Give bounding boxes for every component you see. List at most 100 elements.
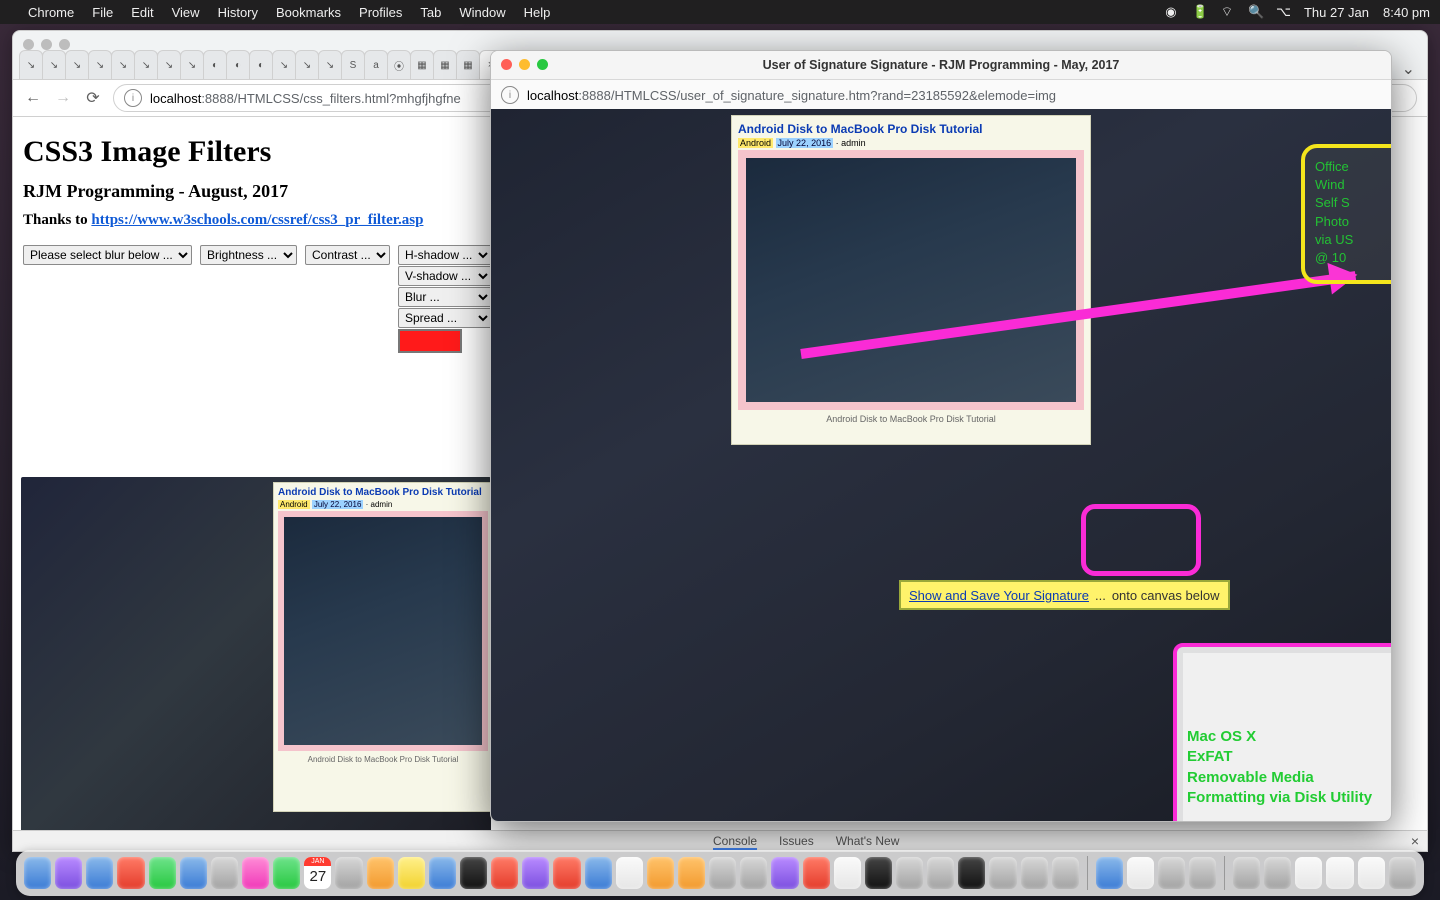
tab-overflow-icon[interactable]: ⌄ <box>1402 59 1421 79</box>
browser-tab[interactable]: ◐ <box>203 50 227 79</box>
popup-window-controls[interactable] <box>501 59 548 70</box>
browser-tab[interactable]: ↘ <box>318 50 342 79</box>
reload-button[interactable]: ⟳ <box>83 88 103 108</box>
back-button[interactable]: ← <box>23 88 43 108</box>
dock-app-safari[interactable] <box>86 857 113 889</box>
blur2-select[interactable]: Blur ... <box>398 287 492 307</box>
menu-view[interactable]: View <box>172 5 200 20</box>
menu-bookmarks[interactable]: Bookmarks <box>276 5 341 20</box>
tutorial-card[interactable]: Android Disk to MacBook Pro Disk Tutoria… <box>731 115 1091 445</box>
blur-select[interactable]: Please select blur below ... <box>23 245 192 265</box>
dock-stack[interactable] <box>1326 857 1353 889</box>
hshadow-select[interactable]: H-shadow ... <box>398 245 492 265</box>
dock-app-chrome[interactable] <box>1096 857 1123 889</box>
browser-tab[interactable]: ↘ <box>272 50 296 79</box>
devtools-whatsnew-tab[interactable]: What's New <box>836 834 900 848</box>
dock[interactable] <box>16 850 1424 896</box>
dock-app-b[interactable] <box>834 857 861 889</box>
close-dot-icon[interactable] <box>501 59 512 70</box>
dock-app-music[interactable] <box>491 857 518 889</box>
site-info-icon[interactable]: i <box>501 86 519 104</box>
dock-app-reminders[interactable] <box>367 857 394 889</box>
devtools-issues-tab[interactable]: Issues <box>779 834 814 848</box>
menubar-time[interactable]: 8:40 pm <box>1383 5 1430 20</box>
menu-history[interactable]: History <box>218 5 258 20</box>
dock-app-preview[interactable] <box>709 857 736 889</box>
browser-tab[interactable]: S <box>341 50 365 79</box>
browser-tab[interactable]: ↘ <box>42 50 66 79</box>
dock-app-intellij[interactable] <box>958 857 985 889</box>
dock-app-audio[interactable] <box>771 857 798 889</box>
dock-app-textedit[interactable] <box>616 857 643 889</box>
zoom-dot-icon[interactable] <box>537 59 548 70</box>
menu-window[interactable]: Window <box>459 5 505 20</box>
menu-help[interactable]: Help <box>524 5 551 20</box>
dock-app-gimp[interactable] <box>647 857 674 889</box>
dock-app-maps[interactable] <box>211 857 238 889</box>
color-swatch[interactable] <box>398 329 462 353</box>
browser-tab[interactable]: a <box>364 50 388 79</box>
dock-app[interactable] <box>1127 857 1154 889</box>
spotlight-icon[interactable]: 🔍 <box>1248 4 1262 20</box>
browser-tab[interactable]: ▦ <box>456 50 480 79</box>
dock-stack[interactable] <box>1264 857 1291 889</box>
dock-app[interactable] <box>1158 857 1185 889</box>
battery-icon[interactable]: 🔋 <box>1192 4 1206 20</box>
app-menu[interactable]: Chrome <box>28 5 74 20</box>
blog-card[interactable]: Android Disk to MacBook Pro Disk Tutoria… <box>273 482 493 812</box>
browser-tab[interactable]: ↘ <box>111 50 135 79</box>
dock-app-terminal[interactable] <box>865 857 892 889</box>
dock-stack[interactable] <box>1233 857 1260 889</box>
menu-edit[interactable]: Edit <box>131 5 153 20</box>
menu-tab[interactable]: Tab <box>420 5 441 20</box>
browser-tab[interactable]: ↘ <box>65 50 89 79</box>
thanks-link[interactable]: https://www.w3schools.com/cssref/css3_pr… <box>91 212 423 228</box>
screenrecord-icon[interactable]: ◉ <box>1164 4 1178 20</box>
dock-stack[interactable] <box>1358 857 1385 889</box>
dock-app-filezilla[interactable] <box>803 857 830 889</box>
devtools-close-icon[interactable]: × <box>1411 833 1419 849</box>
dock-app-settings[interactable] <box>989 857 1016 889</box>
popup-titlebar[interactable]: User of Signature Signature - RJM Progra… <box>491 51 1391 80</box>
browser-tab[interactable]: ↘ <box>157 50 181 79</box>
dock-app[interactable] <box>1021 857 1048 889</box>
dock-app-launchpad[interactable] <box>55 857 82 889</box>
devtools-console-tab[interactable]: Console <box>713 834 757 848</box>
browser-tab[interactable]: ◐ <box>226 50 250 79</box>
dock-app-facetime[interactable] <box>273 857 300 889</box>
dock-app[interactable] <box>1052 857 1079 889</box>
menu-file[interactable]: File <box>92 5 113 20</box>
dock-app-paintbrush[interactable] <box>429 857 456 889</box>
window-controls[interactable] <box>23 39 70 50</box>
dock-app-podcasts[interactable] <box>522 857 549 889</box>
dock-app-firefox[interactable] <box>678 857 705 889</box>
dock-app-notes[interactable] <box>398 857 425 889</box>
menu-profiles[interactable]: Profiles <box>359 5 402 20</box>
browser-tab[interactable]: ▦ <box>433 50 457 79</box>
show-save-signature-link[interactable]: Show and Save Your Signature <box>909 588 1089 603</box>
dock-app[interactable] <box>896 857 923 889</box>
dock-stack[interactable] <box>1295 857 1322 889</box>
vshadow-select[interactable]: V-shadow ... <box>398 266 492 286</box>
dock-trash-icon[interactable] <box>1389 857 1416 889</box>
dock-app-tv[interactable] <box>460 857 487 889</box>
dock-app-photos[interactable] <box>242 857 269 889</box>
browser-tab[interactable]: ↘ <box>88 50 112 79</box>
dock-app-finder[interactable] <box>24 857 51 889</box>
dock-app-news[interactable] <box>553 857 580 889</box>
browser-tab[interactable]: ▦ <box>410 50 434 79</box>
dock-app[interactable] <box>1189 857 1216 889</box>
min-dot-icon[interactable] <box>519 59 530 70</box>
dock-app-mail[interactable] <box>180 857 207 889</box>
popup-address-bar[interactable]: i localhost:8888/HTMLCSS/user_of_signatu… <box>491 80 1391 111</box>
contrast-select[interactable]: Contrast ... <box>305 245 390 265</box>
dock-app-appstore[interactable] <box>585 857 612 889</box>
browser-tab[interactable]: ↘ <box>134 50 158 79</box>
browser-tab[interactable]: ⦿ <box>387 50 411 79</box>
browser-tab[interactable]: ↘ <box>180 50 204 79</box>
menubar-date[interactable]: Thu 27 Jan <box>1304 5 1369 20</box>
dock-app-messages[interactable] <box>149 857 176 889</box>
browser-tab[interactable]: ◐ <box>249 50 273 79</box>
brightness-select[interactable]: Brightness ... <box>200 245 297 265</box>
devtools-bar[interactable]: Console Issues What's New × <box>13 830 1427 851</box>
